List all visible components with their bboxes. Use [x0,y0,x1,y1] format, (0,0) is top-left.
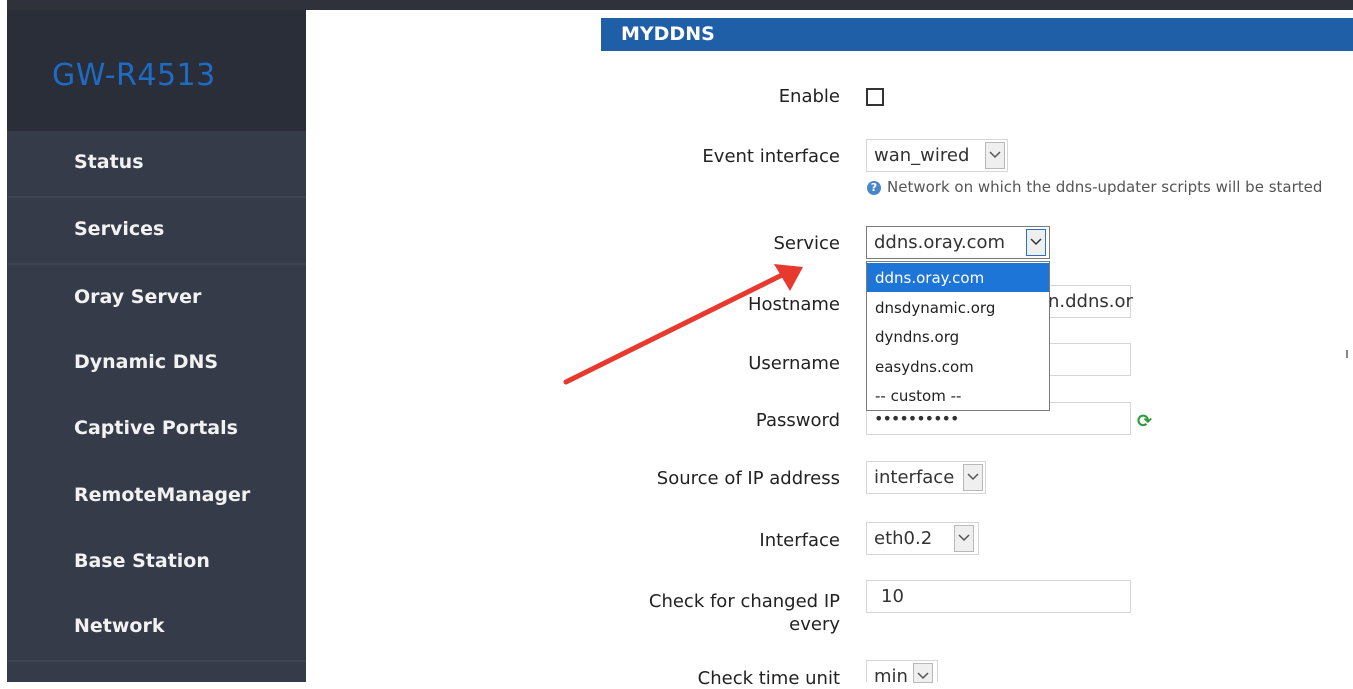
red-arrow [563,264,803,385]
